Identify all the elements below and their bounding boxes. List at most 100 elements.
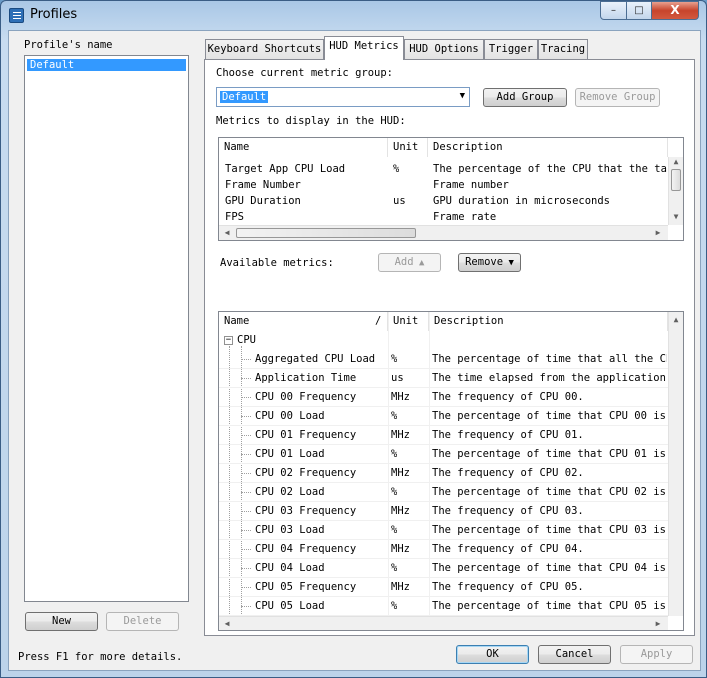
add-metric-button[interactable]: Add ▲	[378, 253, 441, 272]
available-col-unit[interactable]: Unit	[388, 312, 429, 331]
display-metric-description: Frame rate	[433, 211, 497, 223]
close-button[interactable]: X	[651, 1, 699, 20]
available-metric-unit: MHz	[391, 505, 410, 517]
profiles-list[interactable]: Default	[24, 55, 189, 602]
hud-metrics-panel: Choose current metric group: Default ▼ A…	[204, 59, 695, 636]
display-metric-name: Target App CPU Load	[225, 163, 346, 175]
new-profile-button[interactable]: New	[25, 612, 98, 631]
display-metric-description: GPU duration in microseconds	[433, 195, 611, 207]
display-metric-row[interactable]: Target App CPU Load% The percentage of th…	[219, 161, 668, 177]
available-horizontal-scrollbar[interactable]: ◀ ▶	[219, 616, 668, 630]
tab-keyboard-shortcuts[interactable]: Keyboard Shortcuts	[205, 39, 324, 59]
available-metrics-table[interactable]: Name / Unit Description − CPU Aggregated…	[218, 311, 684, 631]
display-metrics-table[interactable]: Name Unit Description Target App CPU Loa…	[218, 137, 684, 241]
available-metric-description: The percentage of time that all the CPU	[432, 353, 667, 365]
available-metric-name: CPU 05 Load	[255, 600, 325, 612]
available-metric-description: The frequency of CPU 00.	[432, 391, 584, 403]
profile-item-default[interactable]: Default	[27, 59, 186, 71]
tree-branch	[241, 378, 251, 379]
add-group-button[interactable]: Add Group	[483, 88, 567, 107]
tree-branch	[241, 416, 251, 417]
available-metric-row[interactable]: CPU 00 Frequency MHz The frequency of CPU …	[219, 388, 668, 407]
help-hint: Press F1 for more details.	[18, 651, 183, 663]
available-metric-row[interactable]: CPU 05 Frequency MHz The frequency of CPU …	[219, 578, 668, 597]
display-metric-row[interactable]: Frame Number Frame number	[219, 177, 668, 193]
scroll-down-icon[interactable]: ▼	[671, 212, 681, 222]
available-metric-name: CPU 05 Frequency	[255, 581, 357, 593]
display-col-name[interactable]: Name	[219, 138, 388, 157]
available-col-name-label: Name	[224, 315, 250, 327]
available-metric-row[interactable]: CPU 05 Load% The percentage of time that …	[219, 597, 668, 616]
display-metric-row[interactable]: GPU Duration us GPU duration in microsecon…	[219, 193, 668, 209]
remove-group-button[interactable]: Remove Group	[575, 88, 660, 107]
tab-hud-options[interactable]: HUD Options	[404, 39, 484, 59]
available-metric-row[interactable]: CPU 03 Frequency MHz The frequency of CPU …	[219, 502, 668, 521]
available-metric-row[interactable]: CPU 02 Frequency MHz The frequency of CPU …	[219, 464, 668, 483]
available-metric-name: CPU 02 Frequency	[255, 467, 357, 479]
window-title: Profiles	[30, 7, 78, 22]
display-metric-row[interactable]: FPS Frame rate	[219, 209, 668, 225]
display-horizontal-thumb[interactable]	[236, 228, 416, 238]
available-metric-unit: %	[391, 353, 398, 365]
tab-hud-metrics[interactable]: HUD Metrics	[324, 36, 404, 60]
display-metric-description: The percentage of the CPU that the targ	[433, 163, 668, 175]
tree-branch	[241, 568, 251, 569]
scroll-left-icon[interactable]: ◀	[222, 228, 232, 238]
available-metric-description: The frequency of CPU 03.	[432, 505, 584, 517]
tree-branch	[241, 397, 251, 398]
scroll-up-icon[interactable]: ▲	[671, 315, 681, 325]
available-metric-row[interactable]: CPU 01 Frequency MHz The frequency of CPU …	[219, 426, 668, 445]
available-metric-row[interactable]: CPU 00 Load% The percentage of time that …	[219, 407, 668, 426]
available-metric-row[interactable]: CPU 04 Load% The percentage of time that …	[219, 559, 668, 578]
display-col-description[interactable]: Description	[428, 138, 668, 157]
display-col-unit[interactable]: Unit	[388, 138, 428, 157]
available-metric-row[interactable]: Aggregated CPU Load% The percentage of ti…	[219, 350, 668, 369]
display-vertical-scrollbar[interactable]: ▲ ▼	[668, 157, 683, 225]
tree-branch	[241, 492, 251, 493]
column-separator	[429, 312, 430, 630]
available-metric-row[interactable]: Application Time us The time elapsed from …	[219, 369, 668, 388]
available-metric-row[interactable]: CPU 04 Frequency MHz The frequency of CPU …	[219, 540, 668, 559]
display-vertical-thumb[interactable]	[671, 169, 681, 191]
metric-group-label: Choose current metric group:	[216, 67, 394, 79]
available-col-description[interactable]: Description	[429, 312, 668, 331]
collapse-icon[interactable]: −	[224, 336, 233, 345]
title-bar[interactable]: Profiles – □ X	[1, 1, 706, 29]
delete-profile-button[interactable]: Delete	[106, 612, 179, 631]
column-separator	[388, 312, 389, 630]
scroll-right-icon[interactable]: ▶	[653, 619, 663, 629]
available-metric-name: Aggregated CPU Load	[255, 353, 376, 365]
cancel-button[interactable]: Cancel	[538, 645, 611, 664]
ok-button[interactable]: OK	[456, 645, 529, 664]
apply-button[interactable]: Apply	[620, 645, 693, 664]
available-vertical-scrollbar[interactable]: ▲	[668, 312, 683, 616]
triangle-down-icon: ▼	[503, 258, 514, 268]
available-metric-name: CPU 00 Load	[255, 410, 325, 422]
available-metric-row[interactable]: CPU 03 Load% The percentage of time that …	[219, 521, 668, 540]
available-metric-description: The frequency of CPU 04.	[432, 543, 584, 555]
available-metric-description: The time elapsed from the application s	[432, 372, 667, 384]
available-metric-description: The frequency of CPU 01.	[432, 429, 584, 441]
display-metric-name: FPS	[225, 211, 244, 223]
available-metric-name: CPU 03 Load	[255, 524, 325, 536]
metric-group-select[interactable]: Default ▼	[216, 87, 470, 107]
scroll-left-icon[interactable]: ◀	[222, 619, 232, 629]
maximize-button[interactable]: □	[626, 1, 652, 20]
available-metric-unit: %	[391, 524, 398, 536]
display-metrics-label: Metrics to display in the HUD:	[216, 115, 406, 127]
tab-tracing[interactable]: Tracing	[538, 39, 588, 59]
minimize-button[interactable]: –	[600, 1, 627, 20]
available-metric-description: The percentage of time that CPU 04 is b	[432, 562, 667, 574]
scroll-right-icon[interactable]: ▶	[653, 228, 663, 238]
display-horizontal-scrollbar[interactable]: ◀ ▶	[219, 225, 668, 240]
available-col-name[interactable]: Name /	[219, 312, 388, 331]
available-metric-description: The frequency of CPU 02.	[432, 467, 584, 479]
available-metric-row[interactable]: CPU 01 Load% The percentage of time that …	[219, 445, 668, 464]
dialog-body: Profile's name Default New Delete Keyboa…	[8, 30, 701, 671]
available-metric-row[interactable]: CPU 02 Load% The percentage of time that …	[219, 483, 668, 502]
tree-group-cpu[interactable]: − CPU	[219, 331, 668, 350]
add-metric-label: Add	[394, 256, 414, 268]
scroll-up-icon[interactable]: ▲	[671, 157, 681, 167]
tab-trigger[interactable]: Trigger	[484, 39, 538, 59]
remove-metric-button[interactable]: Remove ▼	[458, 253, 521, 272]
